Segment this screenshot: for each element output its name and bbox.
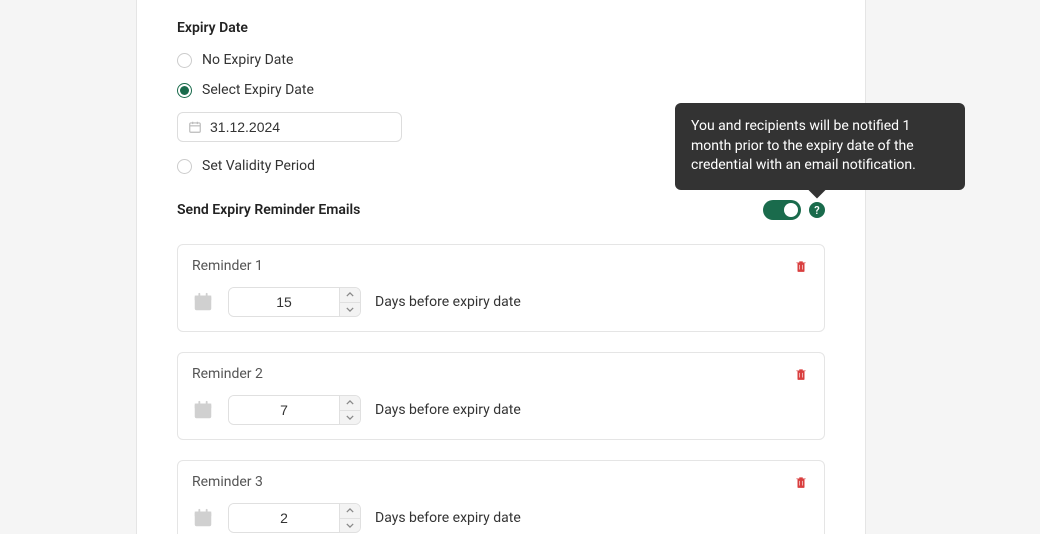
chevron-up-icon	[346, 292, 354, 297]
chevron-down-icon	[346, 523, 354, 528]
delete-button[interactable]	[792, 365, 810, 383]
days-before-label: Days before expiry date	[375, 294, 521, 310]
days-before-label: Days before expiry date	[375, 510, 521, 526]
chevron-up-icon	[346, 508, 354, 513]
radio-select-expiry[interactable]: Select Expiry Date	[177, 82, 825, 98]
stepper-down[interactable]	[340, 411, 360, 425]
expiry-date-input[interactable]	[210, 119, 391, 135]
quantity-stepper[interactable]	[228, 287, 361, 317]
radio-no-expiry[interactable]: No Expiry Date	[177, 52, 825, 68]
reminder-title: Reminder 3	[192, 474, 263, 490]
help-icon[interactable]: ?	[809, 202, 825, 218]
radio-label-no-expiry: No Expiry Date	[202, 52, 293, 68]
reminder-card: Reminder 2	[177, 352, 825, 440]
delete-button[interactable]	[792, 473, 810, 491]
chevron-up-icon	[346, 400, 354, 405]
radio-icon	[177, 53, 192, 68]
trash-icon	[794, 258, 808, 274]
stepper-up[interactable]	[340, 396, 360, 411]
expiry-date-field[interactable]	[177, 112, 402, 142]
calendar-icon	[192, 399, 214, 421]
days-input[interactable]	[229, 504, 339, 532]
radio-icon-selected	[177, 83, 192, 98]
days-input[interactable]	[229, 288, 339, 316]
calendar-icon	[192, 291, 214, 313]
radio-icon	[177, 159, 192, 174]
calendar-icon	[192, 507, 214, 529]
radio-label-set-validity: Set Validity Period	[202, 158, 315, 174]
chevron-down-icon	[346, 415, 354, 420]
trash-icon	[794, 474, 808, 490]
stepper-down[interactable]	[340, 519, 360, 533]
stepper-up[interactable]	[340, 288, 360, 303]
stepper-up[interactable]	[340, 504, 360, 519]
delete-button[interactable]	[792, 257, 810, 275]
reminder-card: Reminder 1	[177, 244, 825, 332]
expiry-date-title: Expiry Date	[177, 20, 825, 36]
reminder-title: Reminder 1	[192, 258, 263, 274]
reminders-toggle[interactable]	[763, 200, 801, 220]
days-input[interactable]	[229, 396, 339, 424]
quantity-stepper[interactable]	[228, 395, 361, 425]
help-tooltip: You and recipients will be notified 1 mo…	[675, 103, 965, 190]
radio-label-select-expiry: Select Expiry Date	[202, 82, 314, 98]
reminder-card: Reminder 3	[177, 460, 825, 534]
quantity-stepper[interactable]	[228, 503, 361, 533]
days-before-label: Days before expiry date	[375, 402, 521, 418]
chevron-down-icon	[346, 307, 354, 312]
calendar-icon	[188, 120, 202, 134]
reminder-title: Reminder 2	[192, 366, 263, 382]
trash-icon	[794, 366, 808, 382]
reminders-toggle-label: Send Expiry Reminder Emails	[177, 202, 360, 218]
stepper-down[interactable]	[340, 303, 360, 317]
